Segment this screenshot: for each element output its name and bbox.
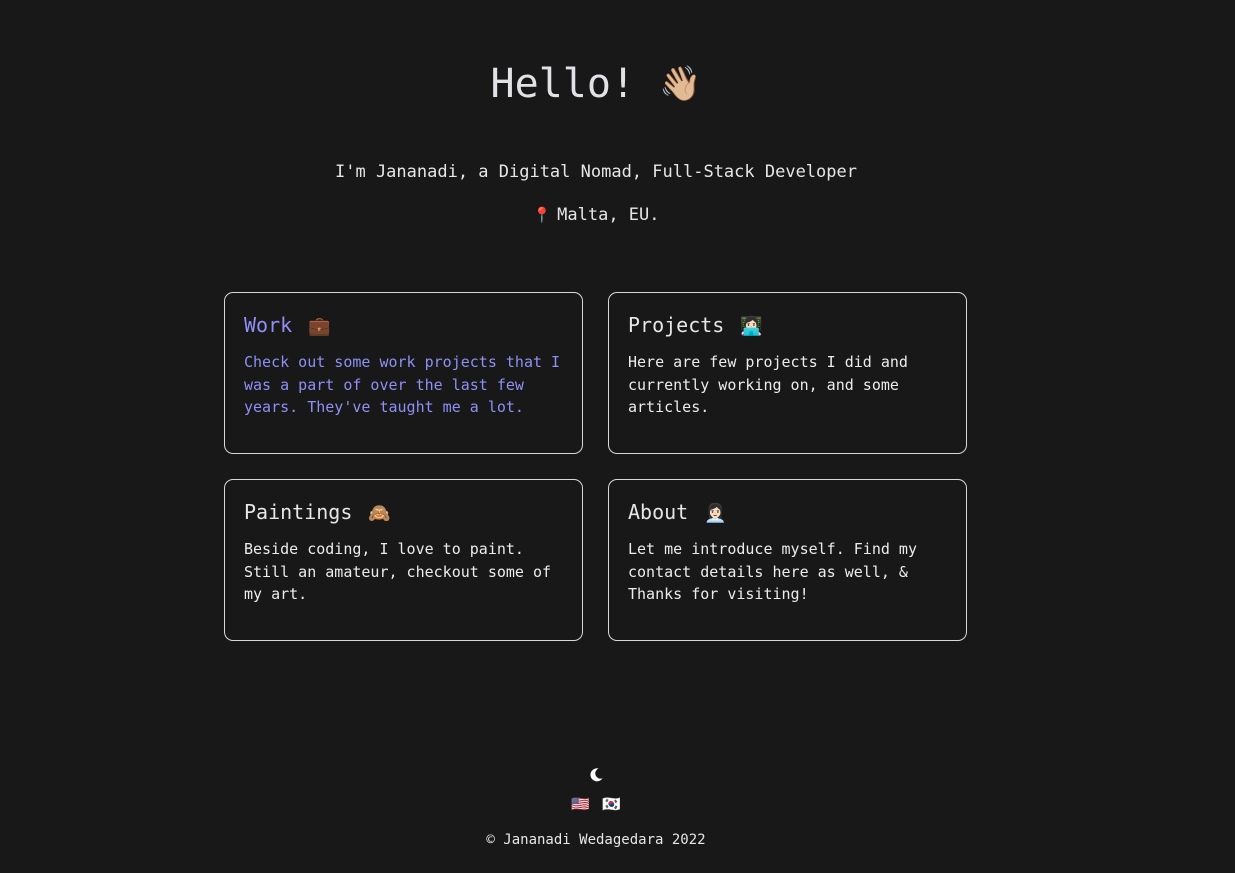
work-card-description: Check out some work projects that I was … — [244, 353, 561, 416]
about-card-description: Let me introduce myself. Find my contact… — [628, 540, 917, 603]
kr-flag-icon[interactable]: 🇰🇷 — [602, 793, 621, 815]
paintings-card-description: Beside coding, I love to paint. Still an… — [244, 540, 552, 603]
paintings-card[interactable]: Paintings 🙈 Beside coding, I love to pai… — [224, 479, 583, 641]
paintings-card-title-text: Paintings — [244, 500, 353, 524]
nav-cards: Work 💼 Check out some work projects that… — [224, 292, 968, 641]
briefcase-icon: 💼 — [308, 316, 331, 337]
tagline: I'm Jananadi, a Digital Nomad, Full-Stac… — [335, 162, 857, 182]
about-card-title-text: About — [628, 500, 689, 524]
projects-card-description: Here are few projects I did and currentl… — [628, 353, 908, 416]
office-worker-icon: 👩🏻‍💼 — [704, 503, 727, 524]
copyright-text: © Jananadi Wedagedara 2022 — [486, 832, 706, 848]
see-no-evil-monkey-icon: 🙈 — [368, 503, 391, 524]
location-text: Malta, EU. — [557, 205, 660, 225]
language-switcher: 🇺🇸 🇰🇷 — [560, 793, 632, 815]
about-card-title: About 👩🏻‍💼 — [628, 498, 947, 528]
about-card[interactable]: About 👩🏻‍💼 Let me introduce myself. Find… — [608, 479, 967, 641]
greeting-text: Hello! — [490, 61, 636, 107]
work-card[interactable]: Work 💼 Check out some work projects that… — [224, 292, 583, 454]
theme-toggle-button[interactable] — [583, 762, 609, 788]
page-title: Hello! 👋🏼 — [0, 56, 1192, 114]
projects-card-title-text: Projects — [628, 313, 725, 337]
technologist-icon: 👩🏻‍💻 — [740, 316, 763, 337]
moon-icon — [590, 768, 603, 782]
page: Hello! 👋🏼 I'm Jananadi, a Digital Nomad,… — [0, 0, 1235, 873]
pin-icon: 📍 — [532, 206, 552, 224]
us-flag-icon[interactable]: 🇺🇸 — [571, 793, 590, 815]
projects-card[interactable]: Projects 👩🏻‍💻 Here are few projects I di… — [608, 292, 967, 454]
projects-card-title: Projects 👩🏻‍💻 — [628, 311, 947, 341]
location: 📍 Malta, EU. — [0, 203, 1192, 227]
waving-hand-icon: 👋🏼 — [659, 64, 702, 104]
work-card-title-text: Work — [244, 313, 293, 337]
paintings-card-title: Paintings 🙈 — [244, 498, 563, 528]
work-card-title: Work 💼 — [244, 311, 563, 341]
